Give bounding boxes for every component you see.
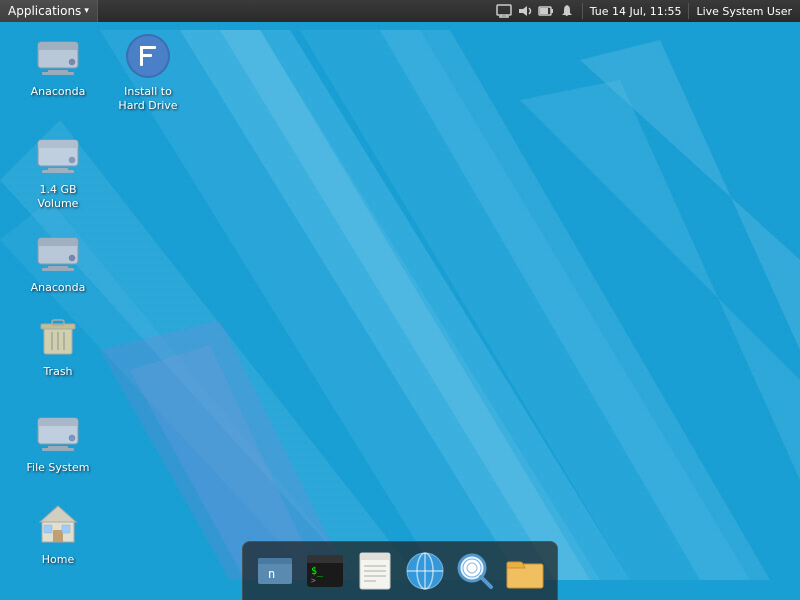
dock-item-browser[interactable] bbox=[401, 547, 449, 595]
trash-label: Trash bbox=[40, 364, 75, 380]
install-icon-image bbox=[124, 32, 172, 80]
tray-separator bbox=[582, 3, 583, 19]
filesystem-label: File System bbox=[24, 460, 93, 476]
taskbar: Applications ▾ bbox=[0, 0, 800, 22]
desktop-icon-install[interactable]: Install to Hard Drive bbox=[108, 32, 188, 115]
dock-item-terminal[interactable]: $_ > bbox=[301, 547, 349, 595]
desktop-icon-trash[interactable]: Trash bbox=[18, 312, 98, 380]
desktop: Applications ▾ bbox=[0, 0, 800, 600]
battery-tray-icon[interactable] bbox=[538, 3, 554, 19]
dock-item-files[interactable]: n bbox=[251, 547, 299, 595]
anaconda-icon-image bbox=[34, 32, 82, 80]
anaconda-2-icon-image bbox=[34, 228, 82, 276]
desktop-icon-anaconda[interactable]: Anaconda bbox=[18, 32, 98, 100]
username-display: Live System User bbox=[696, 5, 792, 18]
install-label: Install to Hard Drive bbox=[112, 84, 184, 115]
anaconda-2-label: Anaconda bbox=[28, 280, 89, 296]
filesystem-icon-image bbox=[34, 408, 82, 456]
dock-item-search[interactable] bbox=[451, 547, 499, 595]
applications-menu[interactable]: Applications ▾ bbox=[0, 0, 98, 22]
anaconda-label: Anaconda bbox=[28, 84, 89, 100]
applications-arrow: ▾ bbox=[84, 6, 89, 16]
desktop-icon-anaconda-2[interactable]: Anaconda bbox=[18, 228, 98, 296]
svg-text:n: n bbox=[268, 567, 275, 581]
dock-inner: n $_ > bbox=[242, 541, 558, 600]
applications-label: Applications bbox=[8, 4, 81, 18]
dock-item-text-editor[interactable] bbox=[351, 547, 399, 595]
desktop-icon-filesystem[interactable]: File System bbox=[18, 408, 98, 476]
dock-item-folder[interactable] bbox=[501, 547, 549, 595]
trash-icon-image bbox=[34, 312, 82, 360]
screen-tray-icon[interactable] bbox=[496, 3, 512, 19]
tray-separator-2 bbox=[688, 3, 689, 19]
dock: n $_ > bbox=[0, 540, 800, 600]
desktop-icon-volume[interactable]: 1.4 GBVolume bbox=[18, 130, 98, 213]
speaker-tray-icon[interactable] bbox=[517, 3, 533, 19]
datetime-display: Tue 14 Jul, 11:55 bbox=[590, 5, 682, 18]
notification-tray-icon[interactable] bbox=[559, 3, 575, 19]
svg-text:>: > bbox=[311, 576, 316, 585]
taskbar-tray: Tue 14 Jul, 11:55 Live System User bbox=[488, 3, 800, 19]
volume-icon-image bbox=[34, 130, 82, 178]
volume-label: 1.4 GBVolume bbox=[35, 182, 82, 213]
